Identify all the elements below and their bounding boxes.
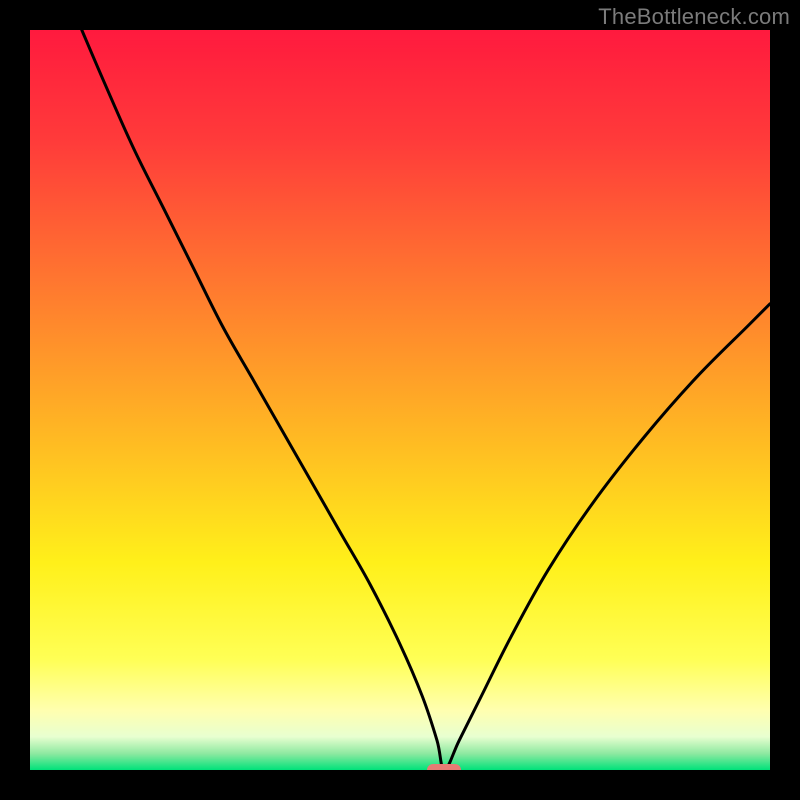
plot-area bbox=[30, 30, 770, 770]
watermark-text: TheBottleneck.com bbox=[598, 4, 790, 30]
bottleneck-curve bbox=[30, 30, 770, 770]
chart-frame: TheBottleneck.com bbox=[0, 0, 800, 800]
optimal-point-marker bbox=[427, 764, 461, 770]
